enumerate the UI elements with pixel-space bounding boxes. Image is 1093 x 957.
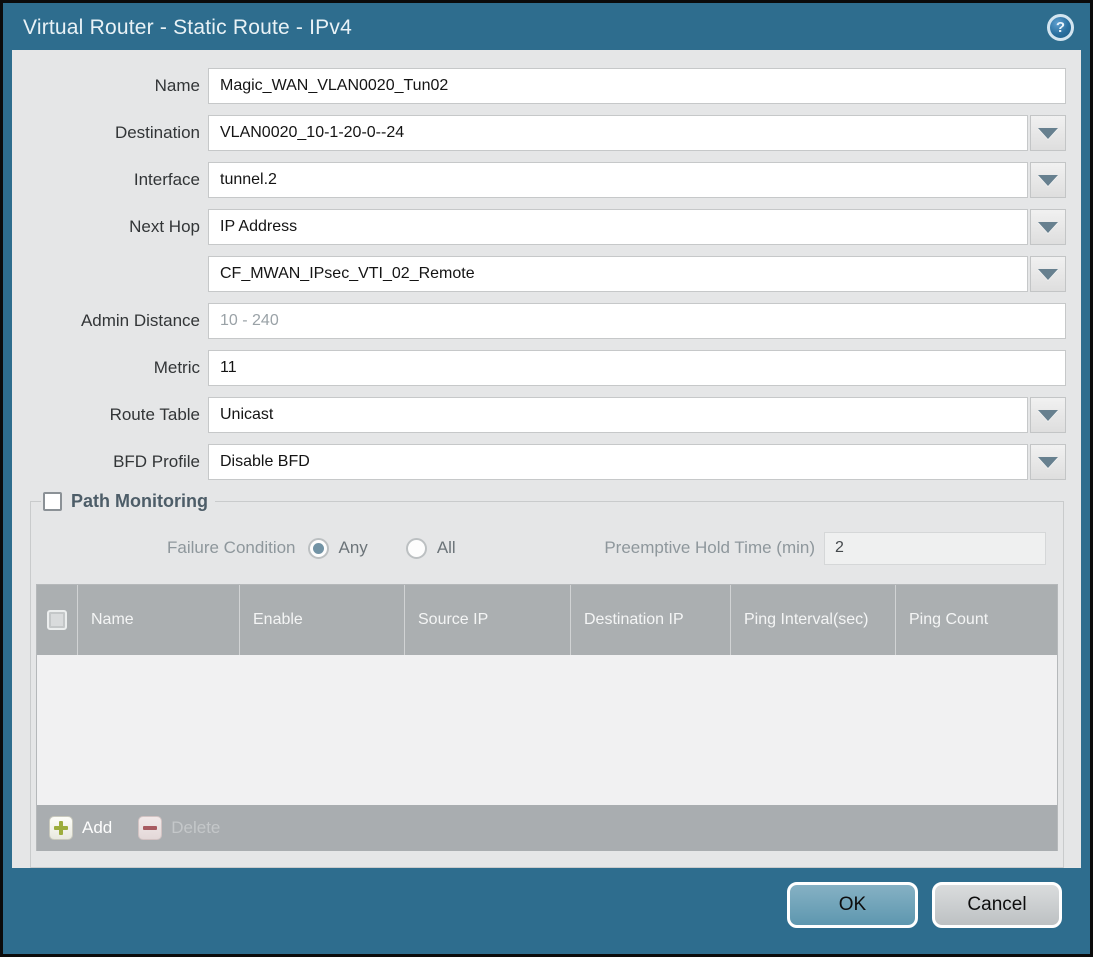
dialog-titlebar: Virtual Router - Static Route - IPv4 ? xyxy=(3,3,1090,50)
admin-distance-label: Admin Distance xyxy=(15,311,208,331)
name-input[interactable] xyxy=(208,68,1066,104)
interface-dropdown-button[interactable] xyxy=(1030,162,1066,198)
path-monitoring-table: Name Enable Source IP Destination IP Pin… xyxy=(36,584,1058,851)
table-header-destination-ip: Destination IP xyxy=(570,585,730,655)
chevron-down-icon xyxy=(1038,457,1058,468)
chevron-down-icon xyxy=(1038,128,1058,139)
failure-condition-all-radio[interactable] xyxy=(406,538,427,559)
table-header-ping-interval: Ping Interval(sec) xyxy=(730,585,895,655)
delete-button-label: Delete xyxy=(171,818,220,838)
bfd-profile-label: BFD Profile xyxy=(15,452,208,472)
interface-label: Interface xyxy=(15,170,208,190)
table-header-enable: Enable xyxy=(239,585,404,655)
ok-button[interactable]: OK xyxy=(787,882,918,928)
table-toolbar: Add Delete xyxy=(37,805,1057,851)
table-header-checkbox-cell xyxy=(37,585,77,655)
add-button-label: Add xyxy=(82,818,112,838)
static-route-dialog: Virtual Router - Static Route - IPv4 ? N… xyxy=(0,0,1093,957)
next-hop-address-input[interactable] xyxy=(208,256,1028,292)
form-row-metric: Metric xyxy=(15,350,1066,386)
form-row-bfd-profile: BFD Profile xyxy=(15,444,1066,480)
chevron-down-icon xyxy=(1038,222,1058,233)
route-table-input[interactable] xyxy=(208,397,1028,433)
form-row-name: Name xyxy=(15,68,1066,104)
failure-condition-any-label: Any xyxy=(339,538,368,558)
path-monitoring-section: Path Monitoring Failure Condition Any Al… xyxy=(30,491,1064,868)
destination-dropdown-button[interactable] xyxy=(1030,115,1066,151)
next-hop-type-dropdown-button[interactable] xyxy=(1030,209,1066,245)
path-monitoring-legend: Path Monitoring xyxy=(41,491,215,512)
form-row-next-hop-address xyxy=(15,256,1066,292)
select-all-checkbox[interactable] xyxy=(47,610,67,630)
table-header-row: Name Enable Source IP Destination IP Pin… xyxy=(37,585,1057,655)
cancel-button[interactable]: Cancel xyxy=(932,882,1062,928)
form-row-interface: Interface xyxy=(15,162,1066,198)
dialog-footer: OK Cancel xyxy=(3,868,1090,954)
failure-condition-all: All xyxy=(406,538,456,559)
preemptive-hold-time-input[interactable] xyxy=(824,532,1046,565)
destination-label: Destination xyxy=(15,123,208,143)
metric-input[interactable] xyxy=(208,350,1066,386)
destination-input[interactable] xyxy=(208,115,1028,151)
route-table-dropdown-button[interactable] xyxy=(1030,397,1066,433)
bfd-profile-input[interactable] xyxy=(208,444,1028,480)
next-hop-label: Next Hop xyxy=(15,217,208,237)
failure-condition-label: Failure Condition xyxy=(167,538,296,558)
add-button[interactable]: Add xyxy=(49,816,112,840)
form-row-destination: Destination xyxy=(15,115,1066,151)
path-monitoring-title: Path Monitoring xyxy=(71,491,208,512)
name-label: Name xyxy=(15,76,208,96)
delete-button[interactable]: Delete xyxy=(138,816,220,840)
table-body-empty xyxy=(37,655,1057,805)
dialog-title: Virtual Router - Static Route - IPv4 xyxy=(23,16,352,40)
dialog-content: Name Destination Interface xyxy=(12,50,1081,868)
radio-selected-dot xyxy=(313,543,324,554)
interface-input[interactable] xyxy=(208,162,1028,198)
table-header-ping-count: Ping Count xyxy=(895,585,1057,655)
admin-distance-input[interactable] xyxy=(208,303,1066,339)
form-row-admin-distance: Admin Distance xyxy=(15,303,1066,339)
chevron-down-icon xyxy=(1038,269,1058,280)
next-hop-address-dropdown-button[interactable] xyxy=(1030,256,1066,292)
bfd-profile-dropdown-button[interactable] xyxy=(1030,444,1066,480)
failure-condition-any: Any xyxy=(308,538,368,559)
plus-icon xyxy=(49,816,73,840)
failure-condition-all-label: All xyxy=(437,538,456,558)
route-table-label: Route Table xyxy=(15,405,208,425)
chevron-down-icon xyxy=(1038,410,1058,421)
form-row-next-hop: Next Hop xyxy=(15,209,1066,245)
preemptive-hold-time-label: Preemptive Hold Time (min) xyxy=(604,538,815,558)
next-hop-type-input[interactable] xyxy=(208,209,1028,245)
chevron-down-icon xyxy=(1038,175,1058,186)
table-header-name: Name xyxy=(77,585,239,655)
metric-label: Metric xyxy=(15,358,208,378)
table-header-source-ip: Source IP xyxy=(404,585,570,655)
form-row-route-table: Route Table xyxy=(15,397,1066,433)
help-icon[interactable]: ? xyxy=(1047,14,1074,41)
failure-condition-row: Failure Condition Any All Preemptive Hol… xyxy=(36,530,1046,566)
path-monitoring-checkbox[interactable] xyxy=(43,492,62,511)
minus-icon xyxy=(138,816,162,840)
failure-condition-any-radio[interactable] xyxy=(308,538,329,559)
